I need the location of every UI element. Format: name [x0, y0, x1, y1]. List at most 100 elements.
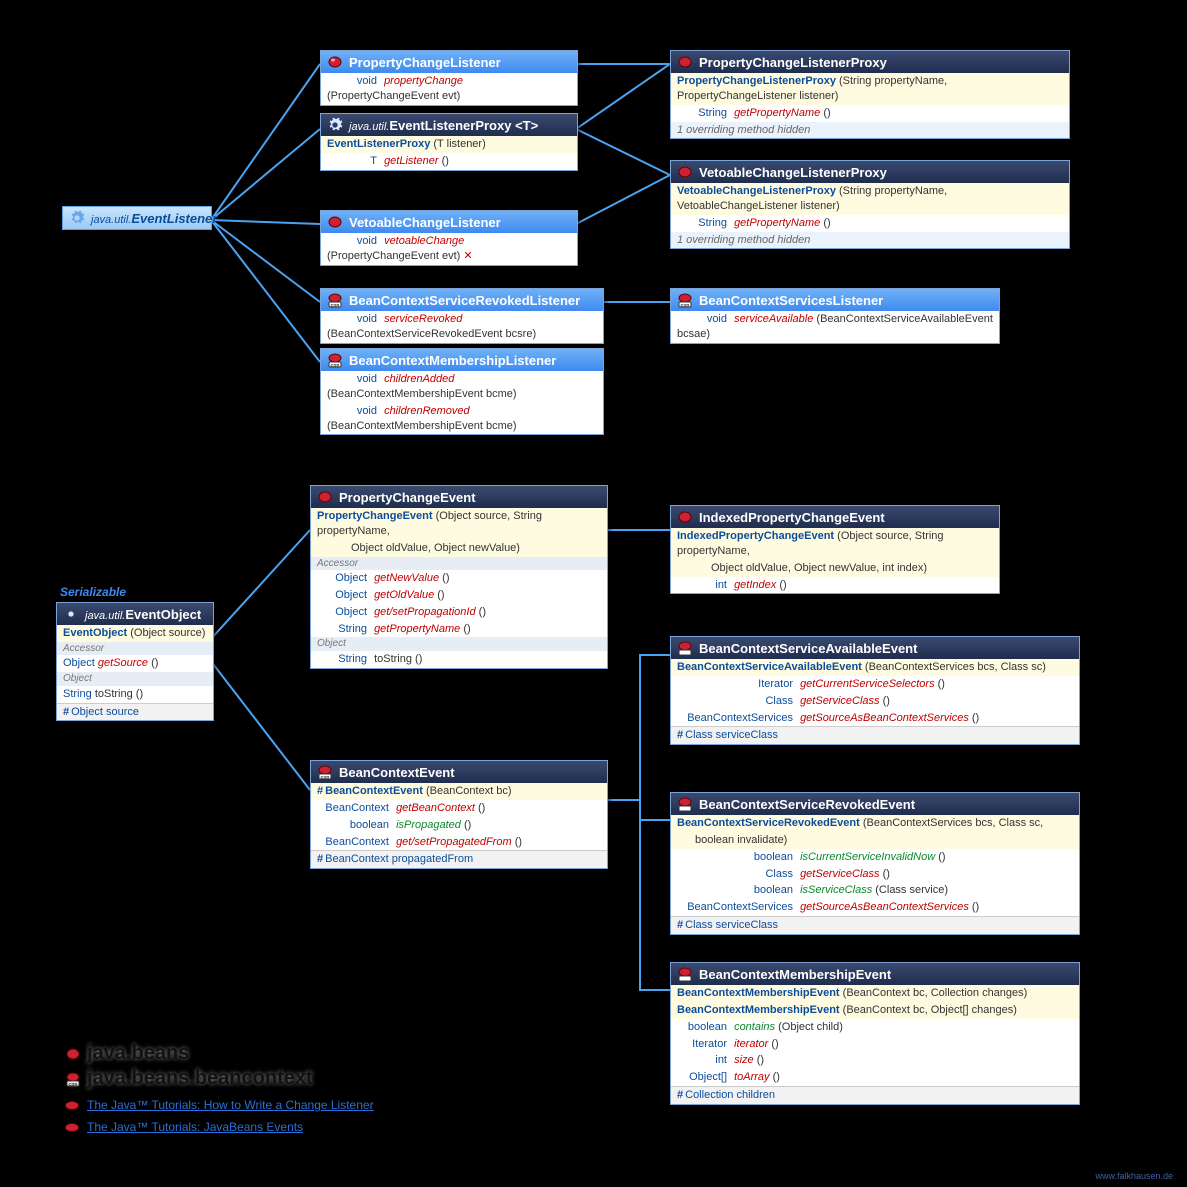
method-row: boolean contains (Object child)	[671, 1019, 1079, 1036]
node-propertychangelistener[interactable]: PropertyChangeListener void propertyChan…	[320, 50, 578, 106]
field-row: #Collection children	[671, 1086, 1079, 1104]
node-bcme[interactable]: BeanContextMembershipEvent BeanContextMe…	[670, 962, 1080, 1105]
bean-con-icon: con	[65, 1071, 81, 1087]
bean-icon	[677, 509, 693, 525]
header: con BeanContextServiceRevokedListener	[321, 289, 603, 311]
method-row: String getPropertyName ()	[671, 105, 1069, 122]
method-row: String toString ()	[57, 686, 213, 703]
method-row: void vetoableChange (PropertyChangeEvent…	[321, 233, 577, 265]
header: PropertyChangeListenerProxy	[671, 51, 1069, 73]
title: BeanContextServiceRevokedListener	[349, 293, 580, 308]
method-row: int size ()	[671, 1052, 1079, 1069]
title: BeanContextServicesListener	[699, 293, 883, 308]
node-beancontextevent[interactable]: con BeanContextEvent #BeanContextEvent (…	[310, 760, 608, 869]
title: BeanContextServiceAvailableEvent	[699, 641, 917, 656]
ctor-row: PropertyChangeEvent (Object source, Stri…	[311, 508, 607, 540]
header: con BeanContextMembershipListener	[321, 349, 603, 371]
node-bcsl[interactable]: con BeanContextServicesListener void ser…	[670, 288, 1000, 344]
tutorial-link-1[interactable]: The Java™ Tutorials: How to Write a Chan…	[87, 1098, 374, 1112]
ctor-row: Object oldValue, Object newValue)	[311, 540, 607, 557]
watermark: www.falkhausen.de	[1095, 1171, 1173, 1181]
title: VetoableChangeListener	[349, 215, 501, 230]
method-row: Object getSource ()	[57, 655, 213, 672]
title: PropertyChangeListenerProxy	[699, 55, 887, 70]
node-bcsrl[interactable]: con BeanContextServiceRevokedListener vo…	[320, 288, 604, 344]
bean-icon	[677, 54, 693, 70]
header-eventlistener: java.util.EventListener	[62, 206, 212, 230]
title: BeanContextMembershipListener	[349, 353, 556, 368]
ctor-row: #BeanContextEvent (BeanContext bc)	[311, 783, 607, 800]
svg-text:con: con	[321, 775, 330, 780]
gear-icon	[63, 606, 79, 622]
oracle-icon	[65, 1101, 79, 1110]
node-bcsre[interactable]: BeanContextServiceRevokedEvent BeanConte…	[670, 792, 1080, 935]
section: Object	[57, 672, 213, 686]
header: con BeanContextServicesListener	[671, 289, 999, 311]
title: BeanContextEvent	[339, 765, 455, 780]
title: BeanContextServiceRevokedEvent	[699, 797, 915, 812]
method-row: Object[] toArray ()	[671, 1069, 1079, 1086]
node-propertychangeevent[interactable]: PropertyChangeEvent PropertyChangeEvent …	[310, 485, 608, 669]
ctor-row: EventObject (Object source)	[57, 625, 213, 642]
method-row: Class getServiceClass ()	[671, 693, 1079, 710]
bean-con-icon: con	[677, 292, 693, 308]
ctor-row: VetoableChangeListenerProxy (String prop…	[671, 183, 1069, 215]
bean-con-icon	[677, 796, 693, 812]
ctor-row: BeanContextMembershipEvent (BeanContext …	[671, 985, 1079, 1002]
method-row: Object get/setPropagationId ()	[311, 604, 607, 621]
svg-text:con: con	[69, 1082, 78, 1088]
method-row: BeanContext get/setPropagatedFrom ()	[311, 834, 607, 851]
header: BeanContextMembershipEvent	[671, 963, 1079, 985]
note-row: 1 overriding method hidden	[671, 122, 1069, 139]
method-row: boolean isCurrentServiceInvalidNow ()	[671, 849, 1079, 866]
ctor-row: BeanContextMembershipEvent (BeanContext …	[671, 1002, 1079, 1019]
bean-icon	[677, 164, 693, 180]
pkg-javabeans: java.beans	[65, 1042, 374, 1065]
title: PropertyChangeListener	[349, 55, 501, 70]
method-row: int getIndex ()	[671, 577, 999, 594]
tutorial-link-2[interactable]: The Java™ Tutorials: JavaBeans Events	[87, 1120, 303, 1134]
svg-text:con: con	[681, 303, 690, 308]
node-vetoablechangelistener[interactable]: VetoableChangeListener void vetoableChan…	[320, 210, 578, 266]
title: PropertyChangeEvent	[339, 490, 476, 505]
title: java.util.EventObject	[85, 607, 201, 622]
svg-text:con: con	[331, 303, 340, 308]
ctor-row: Object oldValue, Object newValue, int in…	[671, 560, 999, 577]
method-row: boolean isServiceClass (Class service)	[671, 882, 1079, 899]
method-row: Class getServiceClass ()	[671, 866, 1079, 883]
node-indexedpce[interactable]: IndexedPropertyChangeEvent IndexedProper…	[670, 505, 1000, 594]
field-row: #BeanContext propagatedFrom	[311, 850, 607, 868]
method-row: Object getOldValue ()	[311, 587, 607, 604]
bean-icon	[327, 214, 343, 230]
node-bcsae[interactable]: BeanContextServiceAvailableEvent BeanCon…	[670, 636, 1080, 745]
bean-icon	[327, 54, 343, 70]
oracle-icon	[65, 1123, 79, 1132]
field-row: #Object source	[57, 703, 213, 721]
pkg-beancontext: con java.beans.beancontext	[65, 1067, 374, 1090]
method-row: void propertyChange (PropertyChangeEvent…	[321, 73, 577, 105]
note-row: 1 overriding method hidden	[671, 232, 1069, 249]
method-row: void serviceAvailable (BeanContextServic…	[671, 311, 999, 343]
bean-con-icon: con	[317, 764, 333, 780]
label: java.util.EventListener	[91, 211, 217, 226]
node-pclp[interactable]: PropertyChangeListenerProxy PropertyChan…	[670, 50, 1070, 139]
node-eventlistener[interactable]: java.util.EventListener	[62, 206, 212, 230]
header: java.util.EventObject	[57, 603, 213, 625]
node-eventobject[interactable]: java.util.EventObject EventObject (Objec…	[56, 602, 214, 721]
bean-con-icon: con	[327, 352, 343, 368]
title: IndexedPropertyChangeEvent	[699, 510, 885, 525]
header: BeanContextServiceAvailableEvent	[671, 637, 1079, 659]
header: con BeanContextEvent	[311, 761, 607, 783]
ctor-row: boolean invalidate)	[671, 832, 1079, 849]
header: BeanContextServiceRevokedEvent	[671, 793, 1079, 815]
node-vclp[interactable]: VetoableChangeListenerProxy VetoableChan…	[670, 160, 1070, 249]
method-row: Iterator iterator ()	[671, 1036, 1079, 1053]
method-row: void childrenAdded (BeanContextMembershi…	[321, 371, 603, 403]
gear-icon	[69, 210, 85, 226]
svg-text:con: con	[331, 363, 340, 368]
node-eventlistenerproxy[interactable]: java.util.EventListenerProxy <T> EventLi…	[320, 113, 578, 171]
ctor-row: EventListenerProxy (T listener)	[321, 136, 577, 153]
method-row: BeanContextServices getSourceAsBeanConte…	[671, 899, 1079, 916]
node-bcml[interactable]: con BeanContextMembershipListener void c…	[320, 348, 604, 435]
method-row: T getListener ()	[321, 153, 577, 170]
